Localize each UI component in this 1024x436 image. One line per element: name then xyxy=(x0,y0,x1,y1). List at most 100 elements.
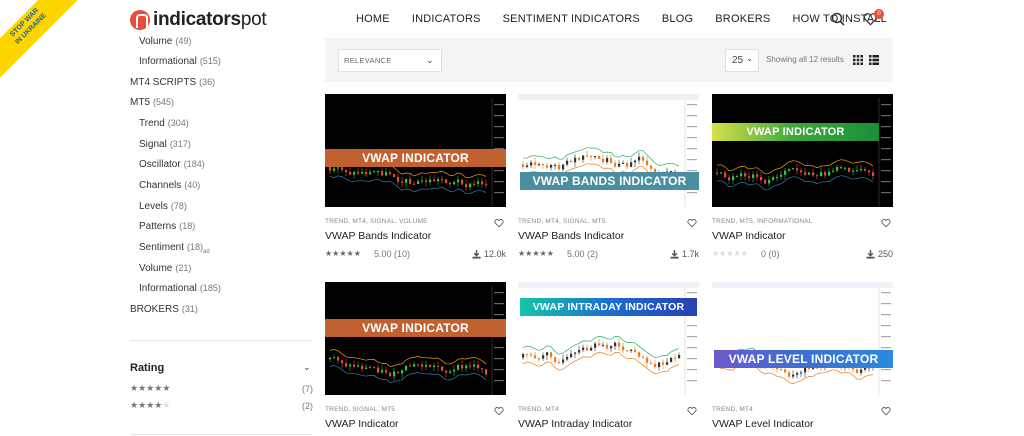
product-rating-value: 0 (0) xyxy=(761,249,780,259)
rating-filter-count: (7) xyxy=(302,384,313,394)
heart-icon[interactable] xyxy=(881,218,891,228)
category-item[interactable]: Trend (304) xyxy=(139,118,189,129)
category-item[interactable]: Oscillator (184) xyxy=(139,159,205,170)
product-categories[interactable]: TREND, MT4, SIGNAL, MT5 xyxy=(518,218,606,225)
product-title[interactable]: VWAP Intraday Indicator xyxy=(518,418,632,430)
grid-view-icon[interactable] xyxy=(853,55,863,65)
category-label: Channels xyxy=(139,180,182,191)
product-title[interactable]: VWAP Bands Indicator xyxy=(518,230,624,242)
category-count: (185) xyxy=(199,283,221,293)
category-label: Volume xyxy=(139,36,173,47)
download-icon xyxy=(866,249,875,259)
site-header: indicatorspot HOME INDICATORS SENTIMENT … xyxy=(0,0,1024,38)
product-downloads: 12.0k xyxy=(472,249,506,259)
logo-mark-icon xyxy=(130,10,150,30)
rating-filter-title[interactable]: Rating xyxy=(130,362,164,374)
site-logo[interactable]: indicatorspot xyxy=(130,9,267,31)
product-rating-stars: ★★★★★ xyxy=(518,249,554,258)
category-count: (40) xyxy=(184,180,201,190)
category-label: Patterns xyxy=(139,221,177,232)
list-view-icon[interactable] xyxy=(869,55,879,65)
shop-toolbar: RELEVANCE ⌄ 25 ⌄ Showing all 12 results xyxy=(325,38,893,82)
chevron-down-icon: ⌄ xyxy=(746,54,753,63)
product-categories[interactable]: TREND, MT4 xyxy=(518,406,559,413)
product-rating-value: 5.00 (2) xyxy=(567,249,599,259)
heart-icon[interactable] xyxy=(494,406,504,416)
product-downloads-count: 12.0k xyxy=(483,249,506,259)
sort-select[interactable]: RELEVANCE ⌄ xyxy=(338,49,442,72)
sidebar-divider-2 xyxy=(130,434,313,435)
chevron-down-icon[interactable]: ⌄ xyxy=(303,362,311,373)
product-downloads-count: 1.7k xyxy=(681,249,699,259)
rating-filter-5-stars[interactable]: ★★★★★ xyxy=(130,383,170,394)
category-item[interactable]: Signal (317) xyxy=(139,139,191,150)
product-title[interactable]: VWAP Indicator xyxy=(325,418,399,430)
product-banner: VWAP INDICATOR xyxy=(325,319,506,337)
heart-icon[interactable] xyxy=(687,406,697,416)
result-count: Showing all 12 results xyxy=(766,55,844,64)
product-thumbnail[interactable]: VWAP BANDS INDICATOR xyxy=(518,94,699,207)
category-label: Informational xyxy=(139,56,197,67)
category-count: (49) xyxy=(175,36,192,46)
logo-text: indicatorspot xyxy=(153,9,267,30)
search-icon[interactable] xyxy=(831,12,845,26)
per-page-value: 25 xyxy=(732,55,744,66)
heart-icon[interactable] xyxy=(881,406,891,416)
category-label: Sentiment xyxy=(139,242,185,253)
product-title[interactable]: VWAP Level Indicator xyxy=(712,418,814,430)
product-thumbnail[interactable]: VWAP INDICATOR xyxy=(712,94,893,207)
product-thumbnail[interactable]: VWAP INDICATOR xyxy=(325,282,506,395)
category-item[interactable]: Channels (40) xyxy=(139,180,200,191)
category-item[interactable]: Informational (185) xyxy=(139,283,221,294)
download-icon xyxy=(472,249,481,259)
product-categories[interactable]: TREND, SIGNAL, MT5 xyxy=(325,406,395,413)
product-categories[interactable]: TREND, MT4, SIGNAL, VOLUME xyxy=(325,218,428,225)
nav-brokers[interactable]: BROKERS xyxy=(715,13,770,25)
category-count: (515) xyxy=(199,56,221,66)
product-rating-stars: ★★★★★ xyxy=(712,249,748,258)
category-count: (304) xyxy=(167,118,189,128)
category-item[interactable]: Sentiment (18)ad xyxy=(139,242,210,255)
category-label: Informational xyxy=(139,283,197,294)
product-categories[interactable]: TREND, MT4 xyxy=(712,406,753,413)
category-item[interactable]: Volume (49) xyxy=(139,36,191,47)
category-label: BROKERS xyxy=(130,304,179,315)
nav-indicators[interactable]: INDICATORS xyxy=(412,13,481,25)
category-item[interactable]: Volume (21) xyxy=(139,263,191,274)
product-categories[interactable]: TREND, MT5, INFORMATIONAL xyxy=(712,218,813,225)
per-page-select[interactable]: 25 ⌄ xyxy=(725,49,759,72)
category-item[interactable]: Informational (515) xyxy=(139,56,221,67)
product-thumbnail[interactable]: VWAP INTRADAY INDICATOR xyxy=(518,282,699,395)
heart-icon[interactable] xyxy=(494,218,504,228)
product-thumbnail[interactable]: VWAP LEVEL INDICATOR xyxy=(712,282,893,395)
rating-filter-count: (2) xyxy=(302,401,313,411)
category-count: (21) xyxy=(175,263,192,273)
product-banner: VWAP LEVEL INDICATOR xyxy=(714,350,893,368)
category-item[interactable]: MT5 (545) xyxy=(130,97,174,108)
download-icon xyxy=(670,249,679,259)
nav-sentiment-indicators[interactable]: SENTIMENT INDICATORS xyxy=(503,13,640,25)
product-downloads: 250 xyxy=(866,249,893,259)
sort-select-value: RELEVANCE xyxy=(344,56,392,65)
category-label: Oscillator xyxy=(139,159,181,170)
category-count: (317) xyxy=(169,139,191,149)
product-title[interactable]: VWAP Indicator xyxy=(712,230,786,242)
category-item[interactable]: MT4 SCRIPTS (36) xyxy=(130,77,215,88)
product-title[interactable]: VWAP Bands Indicator xyxy=(325,230,431,242)
heart-icon[interactable] xyxy=(687,218,697,228)
category-item[interactable]: BROKERS (31) xyxy=(130,304,198,315)
category-count: (18) xyxy=(187,242,204,252)
category-count: (78) xyxy=(170,201,187,211)
category-count: (18) xyxy=(179,221,196,231)
product-banner: VWAP INDICATOR xyxy=(325,149,506,167)
product-thumbnail[interactable]: VWAP INDICATOR xyxy=(325,94,506,207)
nav-home[interactable]: HOME xyxy=(356,13,390,25)
category-item[interactable]: Patterns (18) xyxy=(139,221,195,232)
rating-filter-4-stars[interactable]: ★★★★★ xyxy=(130,400,170,411)
sidebar-divider xyxy=(130,340,313,341)
category-suffix: ad xyxy=(203,249,210,255)
category-item[interactable]: Levels (78) xyxy=(139,201,187,212)
product-downloads-count: 250 xyxy=(877,249,893,259)
nav-blog[interactable]: BLOG xyxy=(662,13,693,25)
product-banner: VWAP INTRADAY INDICATOR xyxy=(520,298,697,316)
